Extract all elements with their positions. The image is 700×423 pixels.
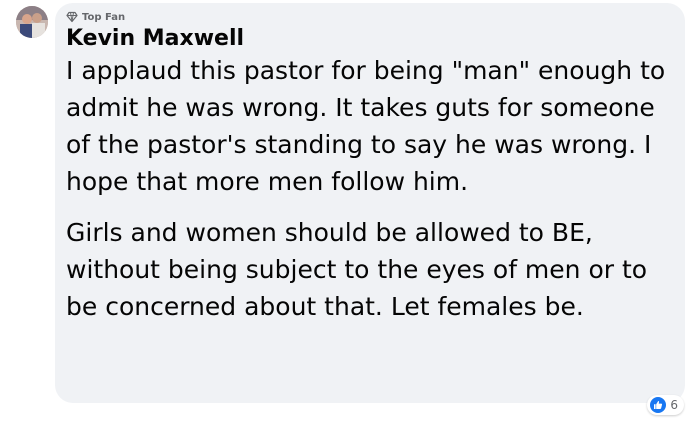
diamond-icon — [66, 11, 78, 23]
reaction-count: 6 — [670, 398, 678, 412]
like-icon — [650, 397, 667, 413]
avatar[interactable] — [16, 6, 48, 38]
comment-paragraph: Girls and women should be allowed to BE,… — [66, 218, 648, 321]
comment-paragraph: I applaud this pastor for being "man" en… — [66, 56, 666, 196]
avatar-photo — [16, 6, 48, 38]
comment-body: I applaud this pastor for being "man" en… — [66, 52, 681, 325]
reaction-summary[interactable]: 6 — [647, 395, 684, 415]
badge-label: Top Fan — [82, 11, 126, 23]
top-fan-badge: Top Fan — [66, 10, 125, 24]
author-name[interactable]: Kevin Maxwell — [66, 25, 244, 53]
